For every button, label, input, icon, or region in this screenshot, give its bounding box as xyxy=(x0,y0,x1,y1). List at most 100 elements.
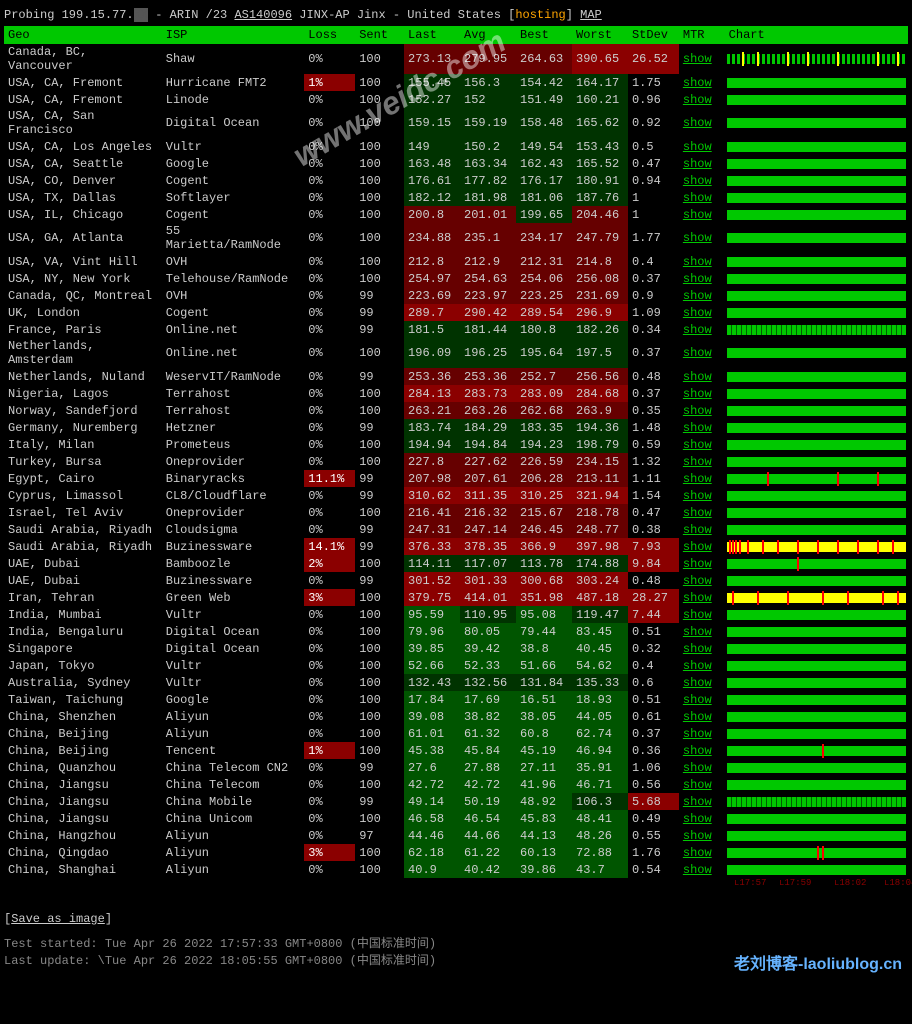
mtr-show-link[interactable]: show xyxy=(683,387,712,401)
mtr-show-link[interactable]: show xyxy=(683,676,712,690)
mtr-show-link[interactable]: show xyxy=(683,574,712,588)
latency-chart xyxy=(725,793,908,810)
latency-chart xyxy=(725,691,908,708)
latency-chart xyxy=(725,453,908,470)
column-header: Loss xyxy=(304,26,355,44)
table-row: China, JiangsuChina Mobile0%9949.1450.19… xyxy=(4,793,908,810)
mtr-show-link[interactable]: show xyxy=(683,208,712,222)
mtr-show-link[interactable]: show xyxy=(683,591,712,605)
table-row: UAE, DubaiBuzinessware0%99301.52301.3330… xyxy=(4,572,908,589)
mtr-show-link[interactable]: show xyxy=(683,191,712,205)
mtr-show-link[interactable]: show xyxy=(683,174,712,188)
save-image-link[interactable]: Save as image xyxy=(11,912,105,926)
chart-axis-label: ʟ18:04 xyxy=(884,878,912,888)
table-row: Netherlands, AmsterdamOnline.net0%100196… xyxy=(4,338,908,368)
latency-chart xyxy=(725,44,908,74)
table-row: India, BengaluruDigital Ocean0%10079.968… xyxy=(4,623,908,640)
mtr-show-link[interactable]: show xyxy=(683,421,712,435)
table-row: Italy, MilanPrometeus0%100194.94194.8419… xyxy=(4,436,908,453)
table-row: Canada, QC, MontrealOVH0%99223.69223.972… xyxy=(4,287,908,304)
asn-link[interactable]: AS140096 xyxy=(234,8,292,22)
mtr-show-link[interactable]: show xyxy=(683,489,712,503)
mtr-show-link[interactable]: show xyxy=(683,255,712,269)
table-row: UK, LondonCogent0%99289.7290.42289.54296… xyxy=(4,304,908,321)
mtr-show-link[interactable]: show xyxy=(683,727,712,741)
mtr-show-link[interactable]: show xyxy=(683,93,712,107)
latency-chart xyxy=(725,206,908,223)
latency-chart xyxy=(725,223,908,253)
column-header: Last xyxy=(404,26,460,44)
probe-header: Probing 199.15.77.XX - ARIN /23 AS140096… xyxy=(4,8,908,22)
mtr-show-link[interactable]: show xyxy=(683,608,712,622)
mtr-show-link[interactable]: show xyxy=(683,642,712,656)
mtr-show-link[interactable]: show xyxy=(683,272,712,286)
mtr-show-link[interactable]: show xyxy=(683,472,712,486)
table-row: Iran, TehranGreen Web3%100379.75414.0135… xyxy=(4,589,908,606)
mtr-show-link[interactable]: show xyxy=(683,306,712,320)
latency-chart xyxy=(725,74,908,91)
column-header: MTR xyxy=(679,26,725,44)
column-header: Avg xyxy=(460,26,516,44)
mtr-show-link[interactable]: show xyxy=(683,557,712,571)
latency-chart xyxy=(725,572,908,589)
latency-chart xyxy=(725,725,908,742)
latency-chart xyxy=(725,470,908,487)
table-row: China, JiangsuChina Unicom0%10046.5846.5… xyxy=(4,810,908,827)
table-row: China, ShenzhenAliyun0%10039.0838.8238.0… xyxy=(4,708,908,725)
mtr-show-link[interactable]: show xyxy=(683,812,712,826)
map-link[interactable]: MAP xyxy=(580,8,602,22)
mtr-show-link[interactable]: show xyxy=(683,778,712,792)
table-row: USA, CA, San FranciscoDigital Ocean0%100… xyxy=(4,108,908,138)
mtr-show-link[interactable]: show xyxy=(683,438,712,452)
table-row: USA, GA, Atlanta55 Marietta/RamNode0%100… xyxy=(4,223,908,253)
column-header: Sent xyxy=(355,26,404,44)
table-row: Norway, SandefjordTerrahost0%100263.2126… xyxy=(4,402,908,419)
latency-chart xyxy=(725,321,908,338)
mtr-show-link[interactable]: show xyxy=(683,323,712,337)
mtr-show-link[interactable]: show xyxy=(683,625,712,639)
latency-chart xyxy=(725,538,908,555)
mtr-show-link[interactable]: show xyxy=(683,744,712,758)
latency-chart xyxy=(725,436,908,453)
table-row: China, JiangsuChina Telecom0%10042.7242.… xyxy=(4,776,908,793)
mtr-show-link[interactable]: show xyxy=(683,829,712,843)
mtr-show-link[interactable]: show xyxy=(683,761,712,775)
mtr-show-link[interactable]: show xyxy=(683,116,712,130)
latency-chart xyxy=(725,385,908,402)
latency-chart xyxy=(725,742,908,759)
latency-chart xyxy=(725,91,908,108)
table-row: China, BeijingAliyun0%10061.0161.3260.86… xyxy=(4,725,908,742)
mtr-show-link[interactable]: show xyxy=(683,289,712,303)
latency-chart xyxy=(725,589,908,606)
table-row: USA, CA, Los AngelesVultr0%100149150.214… xyxy=(4,138,908,155)
table-row: USA, CO, DenverCogent0%100176.61177.8217… xyxy=(4,172,908,189)
latency-chart xyxy=(725,504,908,521)
table-row: SingaporeDigital Ocean0%10039.8539.4238.… xyxy=(4,640,908,657)
mtr-show-link[interactable]: show xyxy=(683,231,712,245)
mtr-show-link[interactable]: show xyxy=(683,157,712,171)
mtr-show-link[interactable]: show xyxy=(683,693,712,707)
mtr-show-link[interactable]: show xyxy=(683,370,712,384)
mtr-show-link[interactable]: show xyxy=(683,523,712,537)
mtr-show-link[interactable]: show xyxy=(683,710,712,724)
mtr-show-link[interactable]: show xyxy=(683,76,712,90)
latency-chart xyxy=(725,708,908,725)
table-row: USA, IL, ChicagoCogent0%100200.8201.0119… xyxy=(4,206,908,223)
table-row: USA, VA, Vint HillOVH0%100212.8212.9212.… xyxy=(4,253,908,270)
table-row: Turkey, BursaOneprovider0%100227.8227.62… xyxy=(4,453,908,470)
table-row: India, MumbaiVultr0%10095.59110.9595.081… xyxy=(4,606,908,623)
mtr-show-link[interactable]: show xyxy=(683,540,712,554)
mtr-show-link[interactable]: show xyxy=(683,795,712,809)
mtr-show-link[interactable]: show xyxy=(683,846,712,860)
mtr-show-link[interactable]: show xyxy=(683,140,712,154)
latency-chart xyxy=(725,776,908,793)
mtr-show-link[interactable]: show xyxy=(683,404,712,418)
table-row: USA, CA, SeattleGoogle0%100163.48163.341… xyxy=(4,155,908,172)
mtr-show-link[interactable]: show xyxy=(683,346,712,360)
mtr-show-link[interactable]: show xyxy=(683,506,712,520)
mtr-show-link[interactable]: show xyxy=(683,455,712,469)
mtr-show-link[interactable]: show xyxy=(683,52,712,66)
mtr-show-link[interactable]: show xyxy=(683,659,712,673)
table-row: Israel, Tel AvivOneprovider0%100216.4121… xyxy=(4,504,908,521)
mtr-show-link[interactable]: show xyxy=(683,863,712,877)
